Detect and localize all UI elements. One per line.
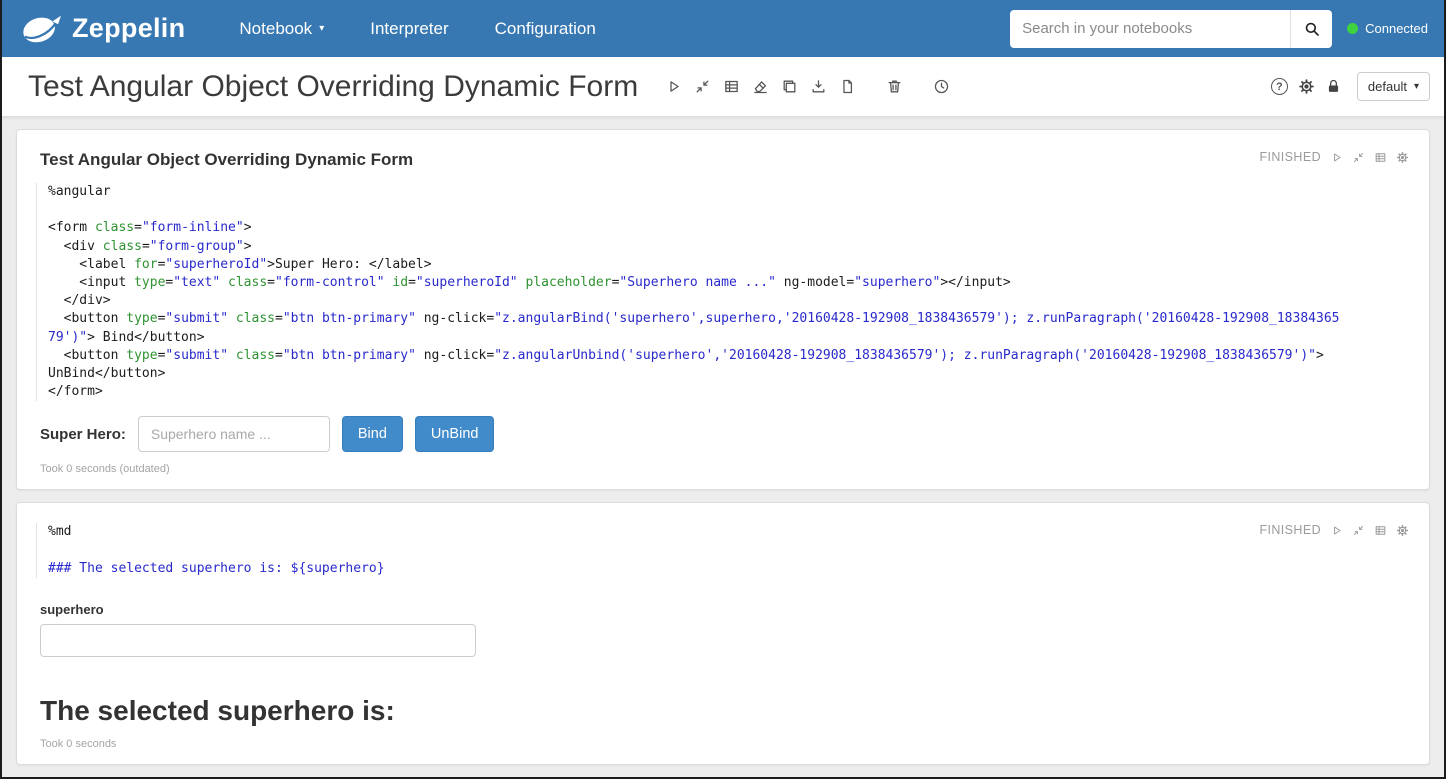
connection-status: Connected [1347,21,1428,36]
paragraph-angular-form: Test Angular Object Overriding Dynamic F… [16,129,1430,490]
search-button[interactable] [1290,10,1332,48]
paragraph-status-bar: FINISHED [1259,523,1409,537]
brand-name: Zeppelin [72,13,185,44]
dynamic-form-superhero-input[interactable] [40,624,476,657]
code-line: UnBind</button> [48,365,1429,383]
version-control-button[interactable] [836,75,859,98]
clear-output-button[interactable] [749,75,772,98]
code-line: <button type="submit" class="btn btn-pri… [48,347,1429,365]
note-settings-gear-icon [1298,78,1315,95]
menu-notebook-label: Notebook [239,19,312,39]
menu-notebook[interactable]: Notebook ▾ [239,19,324,39]
run-paragraph-icon[interactable] [1330,151,1343,164]
markdown-output-heading: The selected superhero is: [40,695,1429,727]
toggle-editor-icon[interactable] [1374,524,1387,537]
search-icon [1303,20,1321,38]
scheduler-clock-icon [933,78,950,95]
super-hero-label: Super Hero: [40,426,126,443]
menu-configuration[interactable]: Configuration [495,19,596,39]
interpreter-binding-button[interactable]: default ▾ [1357,72,1430,101]
dynamic-form-label: superhero [40,602,1429,617]
code-line [48,542,1429,560]
menu-interpreter[interactable]: Interpreter [370,19,448,39]
caret-down-icon: ▾ [319,24,324,34]
note-actions-group [662,75,859,98]
code-line: <label for="superheroId">Super Hero: </l… [48,256,1429,274]
code-line: <input type="text" class="form-control" … [48,274,1429,292]
status-label: FINISHED [1259,523,1321,537]
paragraph-code-editor[interactable]: %angular <form class="form-inline"> <div… [36,183,1429,401]
paragraph-settings-gear-icon[interactable] [1396,524,1409,537]
remove-note-button[interactable] [883,75,906,98]
code-line: <button type="submit" class="btn btn-pri… [48,310,1429,328]
execution-time: Took 0 seconds (outdated) [40,463,1429,475]
zeppelin-logo-icon [18,10,64,48]
execution-time: Took 0 seconds [40,738,1429,750]
expand-paragraph-icon[interactable] [1352,524,1365,537]
version-file-icon [839,78,856,95]
menu-configuration-label: Configuration [495,19,596,39]
clear-output-icon [752,78,769,95]
status-label: FINISHED [1259,150,1321,164]
export-note-icon [810,78,827,95]
note-delete-group [883,75,906,98]
note-settings-button[interactable] [1295,75,1318,98]
paragraph-code-editor[interactable]: %md ### The selected superhero is: ${sup… [36,523,1429,578]
clone-note-button[interactable] [778,75,801,98]
main-menu: Notebook ▾ Interpreter Configuration [239,19,595,39]
scheduler-button[interactable] [930,75,953,98]
toggle-code-icon [694,78,711,95]
run-all-icon [665,78,682,95]
search-input[interactable] [1010,10,1290,48]
bind-button[interactable]: Bind [342,416,403,452]
code-line [48,201,1429,219]
permissions-lock-icon [1325,78,1342,95]
revision-label: default [1368,79,1407,94]
help-question-icon: ? [1271,78,1288,95]
run-all-button[interactable] [662,75,685,98]
unbind-button[interactable]: UnBind [415,416,495,452]
help-button[interactable]: ? [1268,75,1291,98]
trash-icon [886,78,903,95]
notebook-search [1010,10,1332,48]
code-line: 79')"> Bind</button> [48,329,1429,347]
code-line: ### The selected superhero is: ${superhe… [48,560,1429,578]
toggle-output-button[interactable] [720,75,743,98]
paragraph-title: Test Angular Object Overriding Dynamic F… [40,150,1429,170]
paragraph-markdown: FINISHED %md ### The selected superhero … [16,502,1430,765]
note-content: Test Angular Object Overriding Dynamic F… [2,117,1444,765]
code-line: </div> [48,292,1429,310]
paragraph-status-bar: FINISHED [1259,150,1409,164]
run-paragraph-icon[interactable] [1330,524,1343,537]
code-line: %md [48,523,1429,541]
zeppelin-brand[interactable]: Zeppelin [18,10,185,48]
export-note-button[interactable] [807,75,830,98]
toggle-editor-icon[interactable] [1374,151,1387,164]
top-navbar: Zeppelin Notebook ▾ Interpreter Configur… [2,0,1444,57]
menu-interpreter-label: Interpreter [370,19,448,39]
note-scheduler-group [930,75,953,98]
code-line: <div class="form-group"> [48,238,1429,256]
connected-dot-icon [1347,23,1358,34]
clone-note-icon [781,78,798,95]
superhero-name-input[interactable] [138,416,330,452]
note-settings-group: ? default ▾ [1268,72,1430,101]
expand-paragraph-icon[interactable] [1352,151,1365,164]
note-toolbar: Test Angular Object Overriding Dynamic F… [2,57,1444,117]
paragraph-settings-gear-icon[interactable] [1396,151,1409,164]
caret-down-icon: ▾ [1414,82,1419,92]
code-line: %angular [48,183,1429,201]
toggle-code-button[interactable] [691,75,714,98]
connection-status-label: Connected [1365,21,1428,36]
toggle-output-icon [723,78,740,95]
note-title[interactable]: Test Angular Object Overriding Dynamic F… [28,70,638,104]
code-line: </form> [48,383,1429,401]
permissions-button[interactable] [1322,75,1345,98]
code-line: <form class="form-inline"> [48,219,1429,237]
angular-form-output: Super Hero: Bind UnBind [40,416,1429,452]
